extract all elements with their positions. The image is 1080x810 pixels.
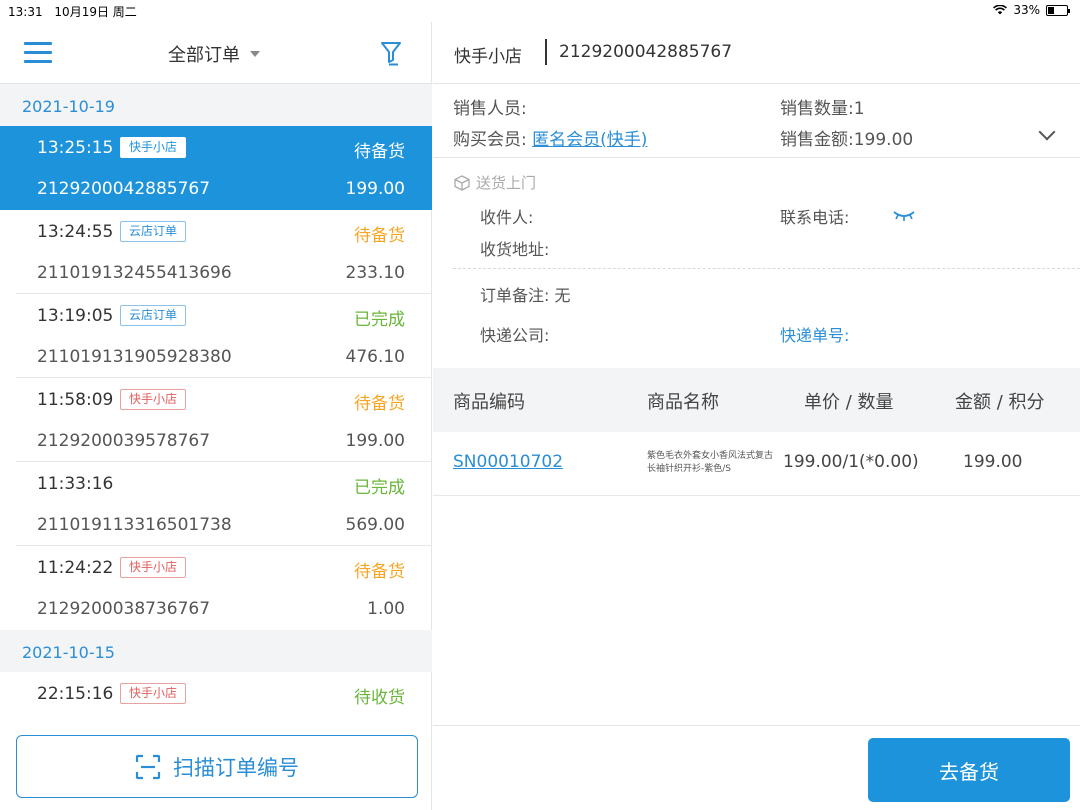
scan-order-label: 扫描订单编号 — [173, 755, 299, 780]
product-price-qty: 199.00/1(*0.00) — [783, 452, 919, 472]
order-item[interactable]: 13:19:05 云店订单 已完成 211019131905928380 476… — [16, 294, 432, 378]
col-product-name: 商品名称 — [647, 392, 719, 413]
order-source-tag: 快手小店 — [120, 683, 187, 704]
dashed-divider — [453, 268, 1080, 269]
header-divider — [545, 39, 547, 65]
scan-order-button[interactable]: 扫描订单编号 — [16, 735, 418, 798]
order-source-tag: 快手小店 — [120, 557, 187, 578]
order-item[interactable]: 22:15:16 快手小店 待收货 — [16, 672, 432, 734]
order-source-tag: 云店订单 — [120, 305, 187, 326]
order-number: 211019113316501738 — [37, 515, 232, 535]
receiver-label: 收件人: — [480, 208, 534, 227]
col-product-code: 商品编码 — [453, 392, 525, 413]
order-time: 13:19:05 — [37, 306, 114, 326]
express-company-label: 快递公司: — [480, 326, 550, 345]
order-source-tag: 云店订单 — [120, 221, 187, 242]
delivery-type-label: 送货上门 — [476, 174, 537, 192]
order-time: 11:58:09 — [37, 390, 114, 410]
order-amount: 476.10 — [345, 347, 405, 367]
chevron-down-icon[interactable] — [1038, 123, 1056, 141]
product-amount: 199.00 — [963, 452, 1023, 472]
order-status: 已完成 — [354, 478, 405, 498]
sales-amount: 销售金额:199.00 — [780, 130, 914, 150]
date-group-header: 2021-10-15 — [0, 630, 432, 672]
detail-action-bar: 去备货 — [433, 725, 1080, 810]
status-bar: 13:31 10月19日 周二 33% — [0, 0, 1080, 22]
order-note: 订单备注: 无 — [480, 286, 571, 305]
delivery-section: 送货上门 收件人: 联系电话: 收货地址: 订单备注: 无 快递公司: 快递单号… — [433, 158, 1080, 368]
order-source-tag: 快手小店 — [120, 389, 187, 410]
box-icon — [454, 174, 470, 191]
order-number: 211019131905928380 — [37, 347, 232, 367]
order-amount: 199.00 — [345, 179, 405, 199]
order-time: 11:24:22 — [37, 558, 114, 578]
order-item[interactable]: 11:58:09 快手小店 待备货 2129200039578767 199.0… — [16, 378, 432, 462]
order-status: 已完成 — [354, 310, 405, 330]
order-item[interactable]: 11:33:16 已完成 211019113316501738 569.00 — [16, 462, 432, 546]
detail-header: 快手小店 2129200042885767 — [433, 22, 1080, 84]
status-date: 10月19日 周二 — [54, 5, 137, 19]
wifi-icon — [993, 5, 1008, 15]
order-list[interactable]: 2021-10-19 13:25:15 快手小店 待备货 21292000428… — [0, 84, 432, 734]
order-number: 2129200038736767 — [37, 599, 211, 619]
detail-order-number: 2129200042885767 — [559, 42, 733, 62]
order-amount: 569.00 — [345, 515, 405, 535]
order-status: 待收货 — [354, 688, 405, 708]
order-source-tag: 快手小店 — [120, 137, 187, 158]
sales-person-label: 销售人员: — [453, 99, 527, 119]
address-label: 收货地址: — [480, 240, 550, 259]
delivery-type: 送货上门 — [454, 172, 536, 193]
product-table-header: 商品编码 商品名称 单价 / 数量 金额 / 积分 — [433, 368, 1080, 432]
order-item[interactable]: 13:24:55 云店订单 待备货 211019132455413696 233… — [16, 210, 432, 294]
caret-down-icon — [250, 51, 260, 57]
filter-icon[interactable] — [380, 40, 402, 66]
order-number: 2129200042885767 — [37, 179, 211, 199]
status-time: 13:31 — [8, 5, 43, 19]
date-group-header: 2021-10-19 — [0, 84, 432, 126]
order-time: 13:24:55 — [37, 222, 114, 242]
order-status: 待备货 — [354, 562, 405, 582]
order-detail-panel: 快手小店 2129200042885767 销售人员: 购买会员: 匿名会员(快… — [433, 22, 1080, 810]
battery-percent: 33% — [1013, 3, 1040, 17]
scan-icon — [135, 754, 161, 779]
order-type-label: 全部订单 — [168, 45, 240, 66]
order-status: 待备货 — [354, 142, 405, 162]
product-name: 紫色毛衣外套女小香风法式复古长袖针织开衫-紫色/S — [647, 451, 774, 474]
order-item[interactable]: 11:24:22 快手小店 待备货 2129200038736767 1.00 — [16, 546, 432, 630]
order-status: 待备货 — [354, 394, 405, 414]
member-link[interactable]: 匿名会员(快手) — [532, 130, 647, 150]
order-amount: 1.00 — [367, 599, 405, 619]
col-price-qty: 单价 / 数量 — [804, 392, 894, 413]
phone-label: 联系电话: — [780, 208, 850, 227]
order-time: 13:25:15 — [37, 138, 114, 158]
prepare-goods-button[interactable]: 去备货 — [868, 738, 1070, 802]
order-list-header: 全部订单 — [0, 22, 431, 84]
menu-icon[interactable] — [24, 42, 52, 64]
detail-shop-name: 快手小店 — [454, 47, 522, 67]
order-type-dropdown[interactable]: 全部订单 — [168, 41, 260, 67]
eye-closed-icon[interactable] — [893, 210, 915, 222]
order-item-selected[interactable]: 13:25:15 快手小店 待备货 2129200042885767 199.0… — [0, 126, 432, 210]
member-row: 购买会员: 匿名会员(快手) — [453, 125, 647, 150]
order-status: 待备货 — [354, 226, 405, 246]
order-time: 22:15:16 — [37, 684, 114, 704]
col-amount-points: 金额 / 积分 — [955, 392, 1045, 413]
tracking-number-label[interactable]: 快递单号: — [780, 322, 849, 346]
order-amount: 199.00 — [345, 431, 405, 451]
order-number: 2129200039578767 — [37, 431, 211, 451]
sales-info-section: 销售人员: 购买会员: 匿名会员(快手) 销售数量:1 销售金额:199.00 — [433, 84, 1080, 158]
product-code-link[interactable]: SN00010702 — [453, 452, 563, 472]
table-row: SN00010702 紫色毛衣外套女小香风法式复古长袖针织开衫-紫色/S 199… — [433, 432, 1080, 496]
order-number: 211019132455413696 — [37, 263, 232, 283]
member-label: 购买会员: — [453, 130, 527, 150]
order-time: 11:33:16 — [37, 474, 114, 494]
order-amount: 233.10 — [345, 263, 405, 283]
battery-icon — [1046, 4, 1070, 16]
sales-quantity: 销售数量:1 — [780, 99, 865, 119]
order-list-panel: 全部订单 2021-10-19 13:25:15 快手小店 待备货 212920… — [0, 22, 432, 810]
